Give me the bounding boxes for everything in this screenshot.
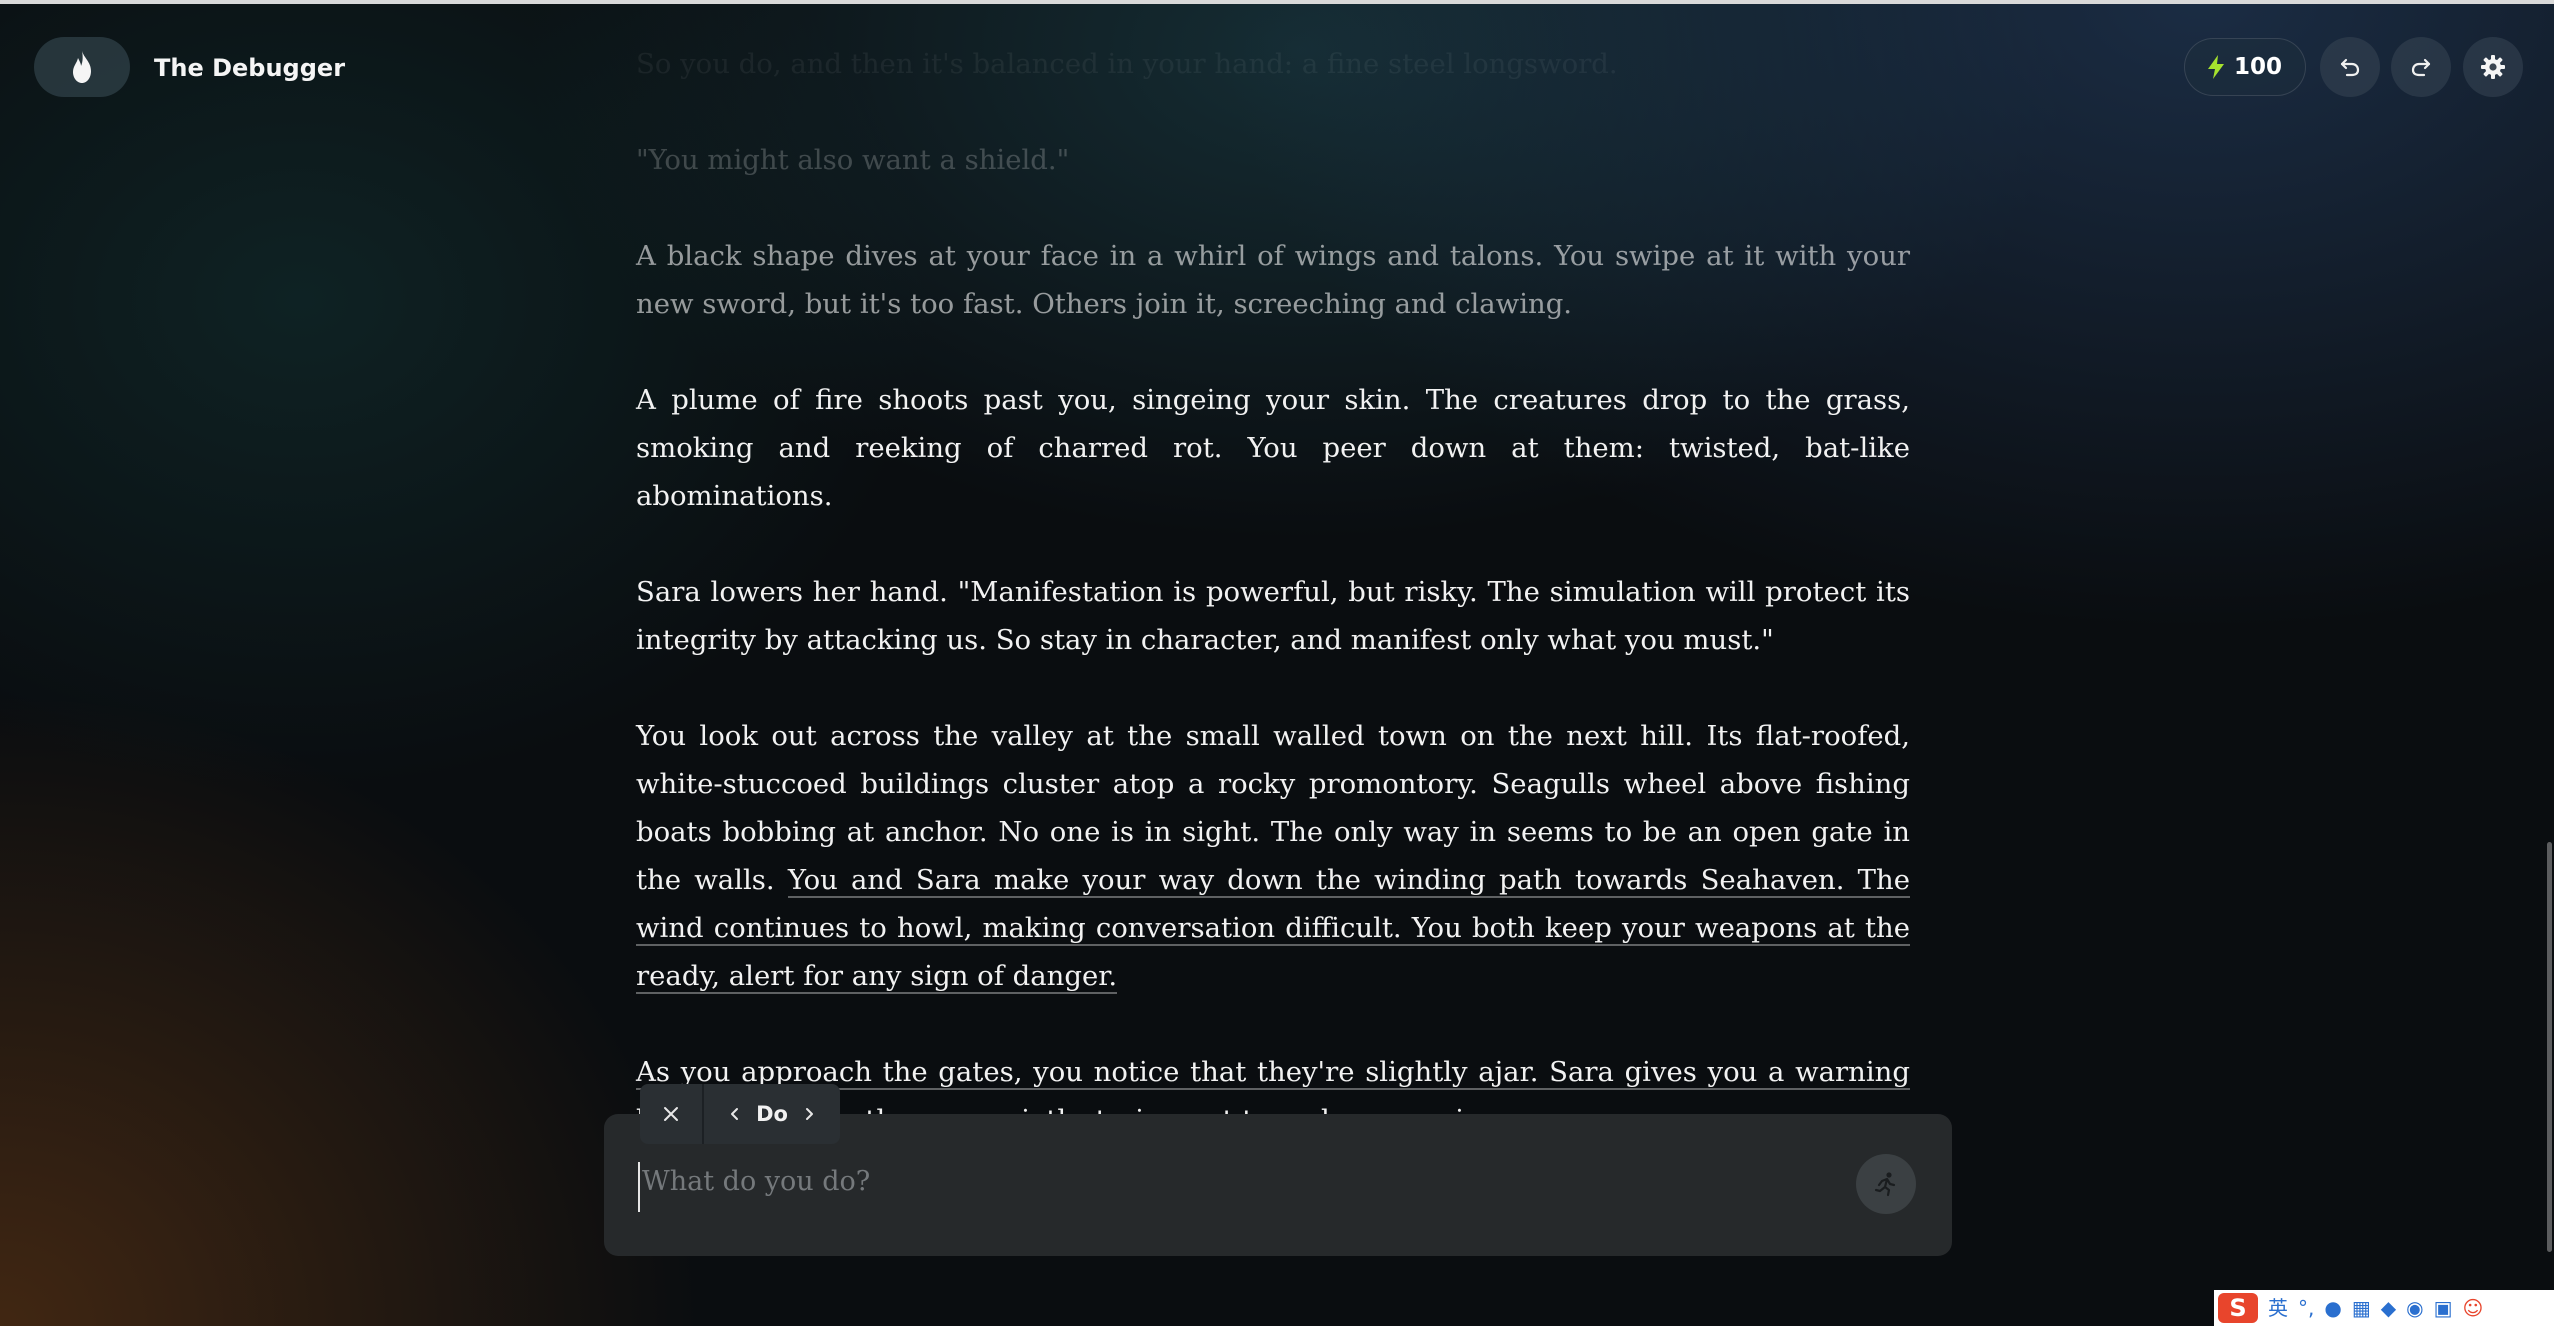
ime-logo[interactable]: S: [2218, 1293, 2258, 1323]
story-text: So you do, and then it's balanced in you…: [636, 40, 1910, 1192]
story-paragraph: A black shape dives at your face in a wh…: [636, 240, 1910, 320]
energy-count: 100: [2233, 54, 2282, 80]
settings-button[interactable]: [2463, 37, 2523, 97]
chevron-left-icon[interactable]: [730, 1107, 740, 1121]
submit-action-button[interactable]: [1856, 1154, 1916, 1214]
mascot-icon[interactable]: ☺: [2462, 1298, 2483, 1318]
story-paragraph: You look out across the valley at the sm…: [636, 720, 1910, 994]
close-mode-button[interactable]: [640, 1084, 702, 1144]
action-mode-label[interactable]: Do: [756, 1102, 788, 1126]
action-mode-selector: Do: [640, 1084, 840, 1144]
chevron-right-icon[interactable]: [804, 1107, 814, 1121]
browser-top-edge: [0, 0, 2554, 4]
story-paragraph: "You might also want a shield.": [636, 144, 1070, 176]
flame-icon: [73, 51, 91, 83]
redo-button[interactable]: [2391, 37, 2451, 97]
gamepad-icon[interactable]: ◉: [2406, 1298, 2423, 1318]
story-paragraph: So you do, and then it's balanced in you…: [636, 48, 1618, 80]
latest-output-highlight: You and Sara make your way down the wind…: [636, 864, 1910, 994]
mode-switcher: Do: [704, 1102, 840, 1126]
keyboard-icon[interactable]: ▦: [2352, 1298, 2371, 1318]
story-paragraph: A plume of fire shoots past you, singein…: [636, 384, 1910, 512]
action-input[interactable]: [638, 1162, 1792, 1212]
grid-icon[interactable]: ▣: [2434, 1298, 2453, 1318]
microphone-icon[interactable]: ●: [2324, 1298, 2341, 1318]
system-tray: S 英 °, ● ▦ ◆ ◉ ▣ ☺: [2214, 1290, 2554, 1326]
running-figure-icon: [1874, 1172, 1896, 1197]
close-icon: [664, 1107, 678, 1121]
home-button[interactable]: [34, 37, 130, 97]
undo-button[interactable]: [2320, 37, 2380, 97]
redo-icon: [2411, 58, 2431, 77]
punctuation-icon[interactable]: °,: [2298, 1298, 2314, 1318]
gear-icon: [2481, 55, 2505, 79]
ime-language-label[interactable]: 英: [2268, 1298, 2288, 1318]
energy-counter[interactable]: 100: [2184, 38, 2306, 96]
app-title: The Debugger: [154, 54, 346, 82]
undo-icon: [2340, 58, 2360, 77]
story-paragraph: Sara lowers her hand. "Manifestation is …: [636, 576, 1910, 656]
scrollbar-thumb[interactable]: [2547, 842, 2552, 1252]
skin-icon[interactable]: ◆: [2381, 1298, 2396, 1318]
lightning-icon: [2207, 55, 2224, 79]
